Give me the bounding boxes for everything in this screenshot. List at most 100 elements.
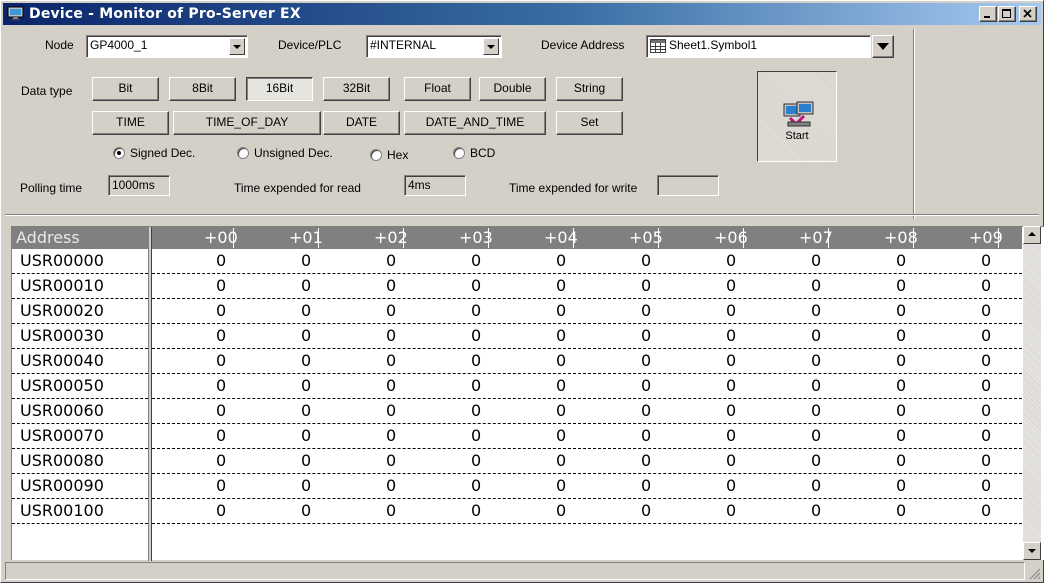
datatype-set-button[interactable]: Set [556, 111, 623, 135]
value-cell[interactable]: 0 [896, 476, 906, 495]
value-cell[interactable]: 0 [896, 376, 906, 395]
value-cell[interactable]: 0 [896, 351, 906, 370]
value-cell[interactable]: 0 [216, 426, 226, 445]
node-select[interactable]: GP4000_1 [86, 35, 248, 58]
value-cell[interactable]: 0 [471, 426, 481, 445]
value-cell[interactable]: 0 [556, 276, 566, 295]
value-cell[interactable]: 0 [216, 501, 226, 520]
value-cell[interactable]: 0 [386, 426, 396, 445]
value-cell[interactable]: 0 [301, 476, 311, 495]
value-cell[interactable]: 0 [641, 376, 651, 395]
value-cell[interactable]: 0 [386, 401, 396, 420]
value-cell[interactable]: 0 [301, 401, 311, 420]
value-cell[interactable]: 0 [981, 426, 991, 445]
value-cell[interactable]: 0 [981, 301, 991, 320]
value-cell[interactable]: 0 [471, 251, 481, 270]
value-cell[interactable]: 0 [641, 251, 651, 270]
value-cell[interactable]: 0 [641, 426, 651, 445]
polling-time-field[interactable]: 1000ms [108, 175, 170, 196]
value-cell[interactable]: 0 [726, 426, 736, 445]
datatype-8bit-button[interactable]: 8Bit [169, 77, 236, 101]
value-cell[interactable]: 0 [811, 376, 821, 395]
datatype-time-of-day-button[interactable]: TIME_OF_DAY [173, 111, 321, 135]
value-cell[interactable]: 0 [556, 351, 566, 370]
value-cell[interactable]: 0 [981, 376, 991, 395]
value-cell[interactable]: 0 [641, 476, 651, 495]
value-cell[interactable]: 0 [641, 351, 651, 370]
resize-grip-icon[interactable] [1027, 566, 1041, 580]
value-cell[interactable]: 0 [216, 351, 226, 370]
value-cell[interactable]: 0 [981, 276, 991, 295]
value-cell[interactable]: 0 [896, 326, 906, 345]
value-cell[interactable]: 0 [471, 476, 481, 495]
value-cell[interactable]: 0 [301, 451, 311, 470]
value-cell[interactable]: 0 [386, 326, 396, 345]
value-cell[interactable]: 0 [301, 501, 311, 520]
value-cell[interactable]: 0 [386, 501, 396, 520]
value-cell[interactable]: 0 [556, 476, 566, 495]
table-row[interactable]: USR00080 0 0 0 0 0 0 0 0 0 0 [12, 449, 1022, 474]
datatype-string-button[interactable]: String [556, 77, 623, 101]
value-cell[interactable]: 0 [556, 301, 566, 320]
value-cell[interactable]: 0 [386, 251, 396, 270]
device-address-field[interactable]: Sheet1.Symbol1 [646, 35, 871, 58]
value-cell[interactable]: 0 [981, 451, 991, 470]
value-cell[interactable]: 0 [386, 451, 396, 470]
value-cell[interactable]: 0 [811, 426, 821, 445]
value-cell[interactable]: 0 [726, 476, 736, 495]
value-cell[interactable]: 0 [216, 451, 226, 470]
value-cell[interactable]: 0 [811, 451, 821, 470]
value-cell[interactable]: 0 [301, 276, 311, 295]
value-cell[interactable]: 0 [556, 401, 566, 420]
table-row[interactable]: USR00000 0 0 0 0 0 0 0 0 0 0 [12, 249, 1022, 274]
value-cell[interactable]: 0 [471, 351, 481, 370]
value-cell[interactable]: 0 [896, 501, 906, 520]
value-cell[interactable]: 0 [301, 376, 311, 395]
value-cell[interactable]: 0 [726, 326, 736, 345]
title-bar[interactable]: Device - Monitor of Pro-Server EX [3, 3, 1041, 25]
value-cell[interactable]: 0 [811, 501, 821, 520]
value-cell[interactable]: 0 [641, 451, 651, 470]
value-cell[interactable]: 0 [471, 326, 481, 345]
value-cell[interactable]: 0 [981, 326, 991, 345]
value-cell[interactable]: 0 [216, 276, 226, 295]
value-cell[interactable]: 0 [726, 501, 736, 520]
chevron-down-icon[interactable] [483, 38, 499, 55]
value-cell[interactable]: 0 [726, 251, 736, 270]
value-cell[interactable]: 0 [216, 376, 226, 395]
datatype-date-button[interactable]: DATE [323, 111, 400, 135]
vertical-scrollbar[interactable] [1023, 226, 1041, 560]
value-cell[interactable]: 0 [386, 276, 396, 295]
value-cell[interactable]: 0 [386, 376, 396, 395]
value-cell[interactable]: 0 [896, 301, 906, 320]
value-cell[interactable]: 0 [896, 251, 906, 270]
value-cell[interactable]: 0 [981, 251, 991, 270]
table-row[interactable]: USR00100 0 0 0 0 0 0 0 0 0 0 [12, 499, 1022, 524]
value-cell[interactable]: 0 [981, 351, 991, 370]
value-cell[interactable]: 0 [641, 301, 651, 320]
close-button[interactable] [1019, 6, 1037, 22]
value-cell[interactable]: 0 [641, 501, 651, 520]
table-row[interactable]: USR00060 0 0 0 0 0 0 0 0 0 0 [12, 399, 1022, 424]
value-cell[interactable]: 0 [386, 476, 396, 495]
table-row[interactable]: USR00030 0 0 0 0 0 0 0 0 0 0 [12, 324, 1022, 349]
value-cell[interactable]: 0 [556, 326, 566, 345]
value-cell[interactable]: 0 [386, 351, 396, 370]
value-cell[interactable]: 0 [471, 276, 481, 295]
value-cell[interactable]: 0 [811, 276, 821, 295]
value-cell[interactable]: 0 [726, 401, 736, 420]
value-cell[interactable]: 0 [641, 326, 651, 345]
device-plc-select[interactable]: #INTERNAL [366, 35, 502, 58]
value-cell[interactable]: 0 [811, 326, 821, 345]
value-cell[interactable]: 0 [981, 476, 991, 495]
value-cell[interactable]: 0 [811, 351, 821, 370]
value-cell[interactable]: 0 [216, 326, 226, 345]
chevron-down-icon[interactable] [229, 38, 245, 55]
table-row[interactable]: USR00090 0 0 0 0 0 0 0 0 0 0 [12, 474, 1022, 499]
value-cell[interactable]: 0 [386, 301, 396, 320]
datatype-bit-button[interactable]: Bit [92, 77, 159, 101]
value-cell[interactable]: 0 [556, 251, 566, 270]
value-cell[interactable]: 0 [216, 401, 226, 420]
value-cell[interactable]: 0 [726, 451, 736, 470]
value-cell[interactable]: 0 [811, 401, 821, 420]
